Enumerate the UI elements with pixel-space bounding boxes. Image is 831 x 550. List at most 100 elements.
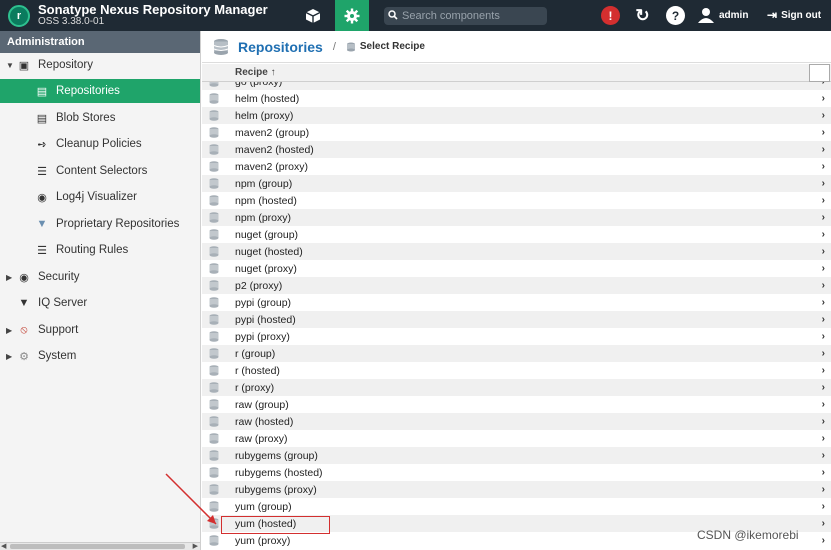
alert-icon[interactable]: ! [601, 6, 620, 25]
help-icon[interactable]: ? [666, 6, 685, 25]
sidebar-item-repositories[interactable]: ▤ Repositories [0, 79, 200, 103]
app-name: Sonatype Nexus Repository Manager [38, 1, 268, 17]
recipe-row[interactable]: yum (group) › [202, 498, 831, 515]
recipe-label: npm (group) [235, 177, 293, 190]
recipe-label: raw (group) [235, 398, 289, 411]
search-icon [384, 9, 402, 23]
recipe-row[interactable]: nuget (group) › [202, 226, 831, 243]
sidebar-item-support[interactable]: ▶ ⦸ Support [0, 318, 200, 342]
breadcrumb-current: Select Recipe [359, 41, 425, 52]
recipe-label: raw (proxy) [235, 432, 288, 445]
expand-right-icon[interactable]: ▶ [6, 273, 16, 282]
sidebar-item-label: Cleanup Policies [56, 138, 142, 150]
sidebar-item-cleanup-policies[interactable]: ➺ Cleanup Policies [0, 132, 200, 156]
brand: Sonatype Nexus Repository Manager OSS 3.… [38, 1, 268, 28]
recipe-row[interactable]: pypi (proxy) › [202, 328, 831, 345]
recipe-row[interactable]: npm (proxy) › [202, 209, 831, 226]
recipe-row[interactable]: p2 (proxy) › [202, 277, 831, 294]
recipe-row[interactable]: npm (group) › [202, 175, 831, 192]
user-icon [698, 8, 714, 23]
recipe-label: helm (proxy) [235, 109, 294, 122]
recipe-column-header[interactable]: Recipe ↑ [235, 67, 276, 78]
expand-right-icon[interactable]: ▶ [6, 326, 16, 335]
breadcrumb-repositories-link[interactable]: Repositories [238, 39, 323, 55]
recipe-label: p2 (proxy) [235, 279, 283, 292]
sidebar-item-routing-rules[interactable]: ☰ Routing Rules [0, 238, 200, 262]
sidebar-item-system[interactable]: ▶ ⚙ System [0, 344, 200, 368]
recipe-row[interactable]: nuget (hosted) › [202, 243, 831, 260]
chevron-right-icon: › [821, 518, 825, 529]
sidebar-item-iq-server[interactable]: ▼ IQ Server [0, 291, 200, 315]
recipe-label: npm (proxy) [235, 211, 292, 224]
sidebar-item-proprietary-repositories[interactable]: ▼ Proprietary Repositories [0, 212, 200, 236]
chevron-right-icon: › [821, 314, 825, 325]
recipe-label: r (group) [235, 347, 276, 360]
chevron-right-icon: › [821, 416, 825, 427]
scroll-right-icon[interactable]: ▶ [193, 542, 198, 550]
sidebar-item-repository[interactable]: ▼ ▣ Repository [0, 53, 200, 77]
recipe-row[interactable]: npm (hosted) › [202, 192, 831, 209]
scroll-left-icon[interactable]: ◀ [1, 542, 6, 550]
search-input[interactable] [402, 10, 542, 22]
recipe-label: nuget (group) [235, 228, 299, 241]
search-box[interactable] [384, 7, 547, 25]
database-icon [209, 399, 219, 410]
sidebar-item-label: IQ Server [38, 297, 88, 309]
database-icon [209, 331, 219, 342]
recipe-row[interactable]: maven2 (proxy) › [202, 158, 831, 175]
sidebar-item-blob-stores[interactable]: ▤ Blob Stores [0, 106, 200, 130]
recipe-row[interactable]: raw (proxy) › [202, 430, 831, 447]
recipe-row[interactable]: rubygems (hosted) › [202, 464, 831, 481]
expand-right-icon[interactable]: ▶ [6, 352, 16, 361]
recipe-label: rubygems (group) [235, 449, 318, 462]
expand-down-icon[interactable]: ▼ [6, 61, 16, 70]
recipe-row[interactable]: rubygems (group) › [202, 447, 831, 464]
recipe-row[interactable]: r (group) › [202, 345, 831, 362]
column-menu-button[interactable] [809, 64, 830, 82]
sidebar-item-content-selectors[interactable]: ☰ Content Selectors [0, 159, 200, 183]
sidebar-item-security[interactable]: ▶ ◉ Security [0, 265, 200, 289]
user-menu[interactable]: admin [697, 7, 748, 23]
database-icon [209, 93, 219, 104]
administration-gear-button[interactable] [335, 0, 369, 31]
recipe-row[interactable]: nuget (proxy) › [202, 260, 831, 277]
recipe-row[interactable]: pypi (hosted) › [202, 311, 831, 328]
recipe-row[interactable]: r (proxy) › [202, 379, 831, 396]
recipe-row[interactable]: maven2 (hosted) › [202, 141, 831, 158]
sidebar-item-label: Repositories [56, 85, 120, 97]
database-icon [209, 365, 219, 376]
recipe-row[interactable]: pypi (group) › [202, 294, 831, 311]
sidebar-item-label: Security [38, 271, 80, 283]
layers-icon: ☰ [37, 165, 47, 178]
database-icon [209, 82, 219, 87]
chevron-right-icon: › [821, 212, 825, 223]
recipe-row[interactable]: helm (proxy) › [202, 107, 831, 124]
recipe-grid-header: Recipe ↑ [202, 64, 831, 82]
recipe-row[interactable]: go (proxy) › [202, 82, 831, 90]
highlight-box [221, 516, 330, 534]
sidebar-heading: Administration [0, 31, 200, 53]
scroll-thumb[interactable] [10, 544, 185, 549]
database-icon [209, 263, 219, 274]
database-icon [209, 297, 219, 308]
sidebar-item-log4j-visualizer[interactable]: ◉ Log4j Visualizer [0, 185, 200, 209]
recipe-row[interactable]: maven2 (group) › [202, 124, 831, 141]
sidebar-horizontal-scrollbar[interactable]: ◀ ▶ [0, 542, 200, 550]
sidebar-item-label: Routing Rules [56, 244, 129, 256]
chevron-right-icon: › [821, 433, 825, 444]
recipe-row[interactable]: r (hosted) › [202, 362, 831, 379]
sign-out-button[interactable]: ⇥ Sign out [767, 8, 821, 22]
browse-cube-button[interactable] [296, 0, 330, 31]
chevron-right-icon: › [821, 297, 825, 308]
recipe-row[interactable]: raw (group) › [202, 396, 831, 413]
database-icon [209, 127, 219, 138]
recipe-row[interactable]: raw (hosted) › [202, 413, 831, 430]
lifebuoy-icon: ⦸ [20, 323, 28, 336]
recipe-label: maven2 (hosted) [235, 143, 314, 156]
recipe-row[interactable]: rubygems (proxy) › [202, 481, 831, 498]
recipe-row[interactable]: helm (hosted) › [202, 90, 831, 107]
chevron-right-icon: › [822, 82, 825, 87]
refresh-icon[interactable]: ↻ [633, 6, 652, 25]
database-icon [209, 246, 219, 257]
recipe-list: go (proxy)›helm (hosted)›helm (proxy)›ma… [202, 82, 831, 550]
